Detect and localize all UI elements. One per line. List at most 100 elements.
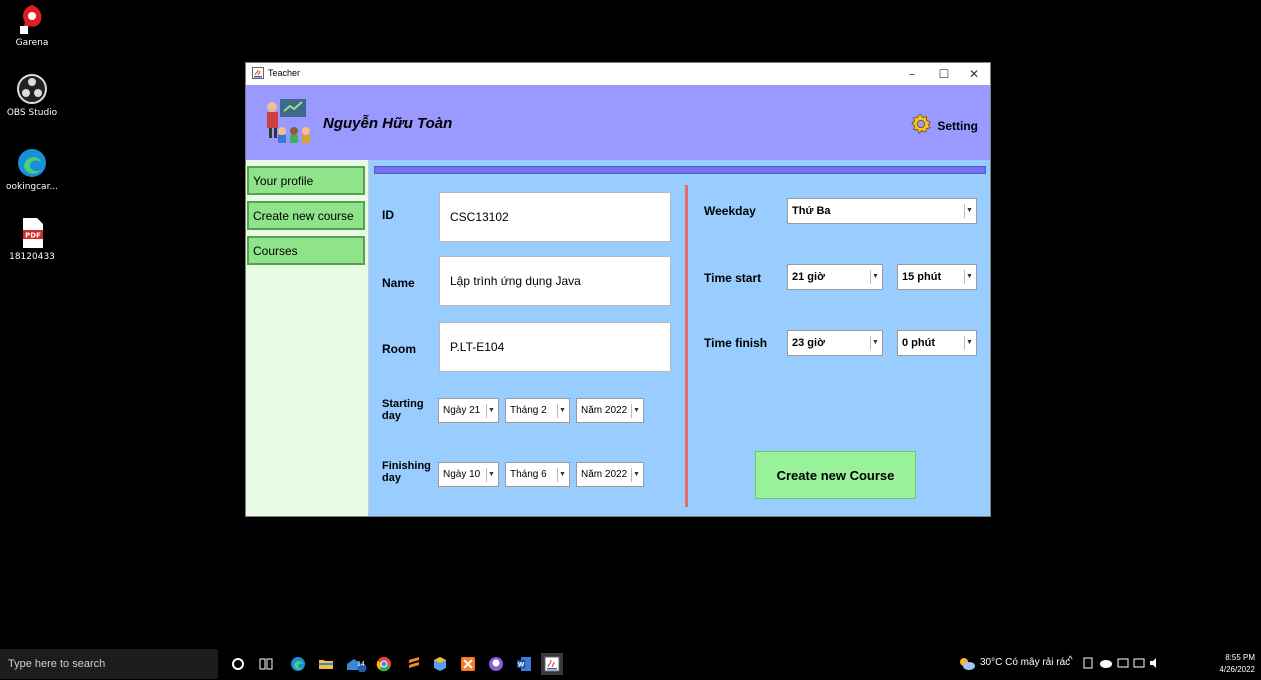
select-value: 15 phút	[902, 271, 942, 283]
desktop-icon-pdf[interactable]: PDF 18120433	[4, 216, 60, 262]
edge-icon	[15, 146, 49, 180]
mail-icon[interactable]: 14	[346, 656, 368, 673]
id-label: ID	[382, 208, 394, 222]
chrome-icon[interactable]	[376, 656, 392, 672]
pdf-file-icon: PDF	[15, 216, 49, 250]
chevron-up-icon[interactable]: ^	[1068, 655, 1073, 666]
sidebar-item-label: Create new course	[253, 209, 354, 223]
teacher-avatar-icon	[260, 97, 312, 145]
finishing-month-select[interactable]: Tháng 6 ▼	[505, 462, 570, 487]
sidebar-item-courses[interactable]: Courses	[247, 236, 365, 265]
room-label: Room	[382, 342, 416, 356]
chevron-down-icon: ▼	[486, 467, 496, 482]
weekday-label: Weekday	[704, 204, 756, 218]
desktop-icon-label: OBS Studio	[6, 108, 58, 118]
name-label: Name	[382, 276, 415, 290]
starting-year-select[interactable]: Năm 2022 ▼	[576, 398, 644, 423]
system-tray-icons[interactable]	[1082, 656, 1162, 673]
sidebar-item-create-new-course[interactable]: Create new course	[247, 201, 365, 230]
header-bar: Nguyễn Hữu Toàn Setting	[246, 85, 990, 160]
app-cube-icon[interactable]	[432, 656, 448, 672]
time-start-minute-select[interactable]: 15 phút ▼	[897, 264, 977, 290]
desktop-icon-label: 18120433	[9, 252, 55, 262]
teacher-name: Nguyễn Hữu Toàn	[323, 115, 453, 132]
starting-day-label-line1: Starting	[382, 398, 424, 410]
xampp-icon[interactable]	[460, 656, 476, 672]
maximize-button[interactable]: ☐	[928, 63, 960, 85]
chevron-down-icon: ▼	[557, 467, 567, 482]
time-finish-label: Time finish	[704, 336, 768, 350]
sidebar-item-your-profile[interactable]: Your profile	[247, 166, 365, 195]
close-button[interactable]: ✕	[958, 63, 990, 85]
taskbar: Type here to search 14 W 30°C Có mây rải…	[0, 649, 1261, 679]
id-input[interactable]: CSC13102	[439, 192, 671, 242]
select-value: Tháng 6	[510, 469, 547, 480]
finishing-day-label: Finishing day	[382, 460, 431, 484]
select-value: 0 phút	[902, 337, 935, 349]
java-app-icon	[252, 67, 264, 79]
select-value: Tháng 2	[510, 405, 547, 416]
task-view-icon[interactable]	[258, 656, 274, 672]
select-value: Thứ Ba	[792, 205, 831, 217]
create-course-panel: ID CSC13102 Name Lập trình ứng dụng Java…	[369, 160, 990, 516]
starting-month-select[interactable]: Tháng 2 ▼	[505, 398, 570, 423]
setting-button[interactable]: Setting	[910, 113, 978, 138]
weather-icon[interactable]	[958, 655, 976, 674]
time-finish-minute-select[interactable]: 0 phút ▼	[897, 330, 977, 356]
desktop-icon-garena[interactable]: Garena	[4, 2, 60, 48]
panel-divider	[685, 185, 688, 507]
select-value: Năm 2022	[581, 469, 628, 480]
time-start-label: Time start	[704, 271, 762, 285]
chevron-down-icon: ▼	[870, 270, 880, 284]
github-icon[interactable]	[488, 656, 504, 672]
garena-icon	[15, 2, 49, 36]
time-start-hour-select[interactable]: 21 giờ ▼	[787, 264, 883, 290]
desktop-icon-obs[interactable]: OBS Studio	[4, 72, 60, 118]
sidebar-item-label: Courses	[253, 244, 298, 258]
system-clock[interactable]: 8:55 PM 4/26/2022	[1219, 652, 1255, 676]
obs-icon	[15, 72, 49, 106]
sublime-text-icon[interactable]	[406, 656, 422, 672]
select-value: Ngày 10	[443, 469, 481, 480]
chevron-down-icon: ▼	[870, 336, 880, 350]
word-icon[interactable]: W	[516, 656, 532, 672]
starting-day-select[interactable]: Ngày 21 ▼	[438, 398, 499, 423]
chevron-down-icon: ▼	[631, 467, 641, 482]
weekday-select[interactable]: Thứ Ba ▼	[787, 198, 977, 224]
sidebar: Your profile Create new course Courses	[246, 160, 369, 516]
starting-day-label-line2: day	[382, 410, 401, 422]
teacher-window: Teacher – ☐ ✕ Nguyễn Hữu Toàn Setting Yo…	[245, 62, 991, 517]
chevron-down-icon: ▼	[486, 403, 496, 418]
clock-time: 8:55 PM	[1225, 653, 1255, 662]
finishing-day-select[interactable]: Ngày 10 ▼	[438, 462, 499, 487]
starting-day-label: Starting day	[382, 398, 424, 422]
sidebar-item-label: Your profile	[253, 174, 314, 188]
cortana-icon[interactable]	[230, 656, 246, 672]
edge-taskbar-icon[interactable]	[290, 656, 306, 672]
svg-text:PDF: PDF	[25, 232, 41, 240]
clock-date: 4/26/2022	[1219, 665, 1255, 674]
file-explorer-icon[interactable]	[318, 656, 334, 672]
chevron-down-icon: ▼	[631, 403, 641, 418]
select-value: Năm 2022	[581, 405, 628, 416]
panel-top-bar	[374, 166, 986, 174]
java-taskbar-icon[interactable]	[541, 653, 563, 675]
select-value: Ngày 21	[443, 405, 481, 416]
svg-text:W: W	[518, 662, 525, 669]
desktop-icon-edge[interactable]: ookingcar...	[4, 146, 60, 192]
gear-icon	[910, 113, 932, 138]
room-input[interactable]: P.LT-E104	[439, 322, 671, 372]
chevron-down-icon: ▼	[964, 270, 974, 284]
mail-badge: 14	[357, 661, 365, 668]
taskbar-search-input[interactable]: Type here to search	[0, 649, 218, 679]
time-finish-hour-select[interactable]: 23 giờ ▼	[787, 330, 883, 356]
weather-text[interactable]: 30°C Có mây rải rác	[980, 657, 1070, 668]
finishing-day-label-line1: Finishing	[382, 460, 431, 472]
name-input[interactable]: Lập trình ứng dụng Java	[439, 256, 671, 306]
minimize-button[interactable]: –	[896, 63, 928, 85]
finishing-year-select[interactable]: Năm 2022 ▼	[576, 462, 644, 487]
window-title: Teacher	[268, 68, 301, 78]
chevron-down-icon: ▼	[557, 403, 567, 418]
create-new-course-button[interactable]: Create new Course	[755, 451, 916, 499]
title-bar[interactable]: Teacher – ☐ ✕	[246, 63, 990, 85]
